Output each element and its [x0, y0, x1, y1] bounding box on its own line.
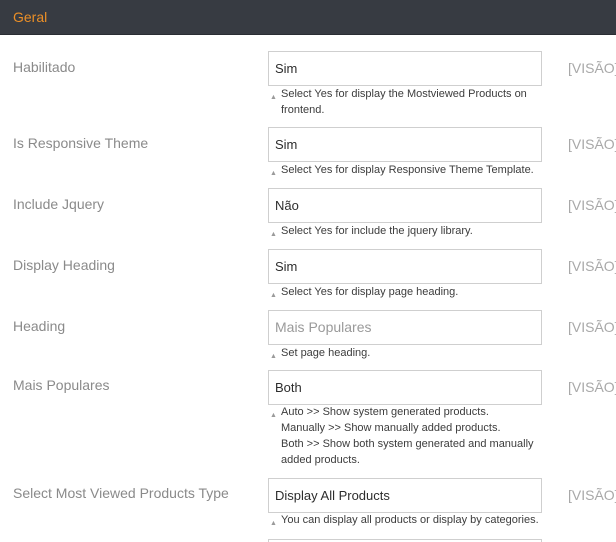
note-line: Set page heading. — [281, 347, 371, 359]
field-note: ▲ Select Yes for display page heading. — [270, 284, 542, 300]
scope-label: [VISÃO] — [568, 136, 616, 152]
scope-label: [VISÃO] — [568, 487, 616, 503]
note-line: Select Yes for include the jquery librar… — [281, 225, 473, 237]
field-label: Select Most Viewed Products Type — [13, 485, 229, 501]
note-arrow-icon: ▲ — [270, 520, 277, 527]
note-arrow-icon: ▲ — [270, 94, 277, 101]
field-note: ▲ Select Yes for display Responsive Them… — [270, 162, 542, 178]
field-note: ▲ You can display all products or displa… — [270, 512, 542, 528]
field-label: Habilitado — [13, 59, 76, 75]
field-label: Include Jquery — [13, 196, 105, 212]
note-line: frontend. — [281, 104, 325, 116]
section-title: Geral — [13, 9, 48, 25]
field-note: ▲ Select Yes for display the Mostviewed … — [270, 86, 542, 118]
field-label: Display Heading — [13, 257, 115, 273]
note-line: Select Yes for display page heading. — [281, 286, 459, 298]
include-jquery-select[interactable]: Não — [268, 188, 542, 223]
display-heading-select[interactable]: Sim — [268, 249, 542, 284]
scope-label: [VISÃO] — [568, 60, 616, 76]
note-line: Auto >> Show system generated products. — [281, 406, 489, 418]
field-label: Is Responsive Theme — [13, 135, 149, 151]
section-header[interactable]: Geral — [0, 0, 616, 35]
products-type-select[interactable]: Display All Products — [268, 478, 542, 513]
note-arrow-icon: ▲ — [270, 353, 277, 360]
note-line: Select Yes for display the Mostviewed Pr… — [281, 88, 527, 100]
note-line: Select Yes for display Responsive Theme … — [281, 164, 534, 176]
scope-label: [VISÃO] — [568, 197, 616, 213]
note-line: Both >> Show both system generated and m… — [281, 438, 534, 450]
note-arrow-icon: ▲ — [270, 231, 277, 238]
scope-label: [VISÃO] — [568, 379, 616, 395]
responsive-theme-select[interactable]: Sim — [268, 127, 542, 162]
note-line: Manually >> Show manually added products… — [281, 422, 501, 434]
field-note: ▲ Set page heading. — [270, 345, 542, 361]
heading-input[interactable]: Mais Populares — [268, 310, 542, 345]
field-note: ▲ Select Yes for include the jquery libr… — [270, 223, 542, 239]
note-line: You can display all products or display … — [281, 514, 539, 526]
mais-populares-select[interactable]: Both — [268, 370, 542, 405]
note-arrow-icon: ▲ — [270, 412, 277, 419]
field-label: Heading — [13, 318, 66, 334]
field-label: Mais Populares — [13, 377, 110, 393]
habilitado-select[interactable]: Sim — [268, 51, 542, 86]
scope-label: [VISÃO] — [568, 319, 616, 335]
note-arrow-icon: ▲ — [270, 292, 277, 299]
field-note: ▲ Auto >> Show system generated products… — [270, 404, 542, 468]
note-arrow-icon: ▲ — [270, 170, 277, 177]
scope-label: [VISÃO] — [568, 258, 616, 274]
note-line: added products. — [281, 454, 360, 466]
